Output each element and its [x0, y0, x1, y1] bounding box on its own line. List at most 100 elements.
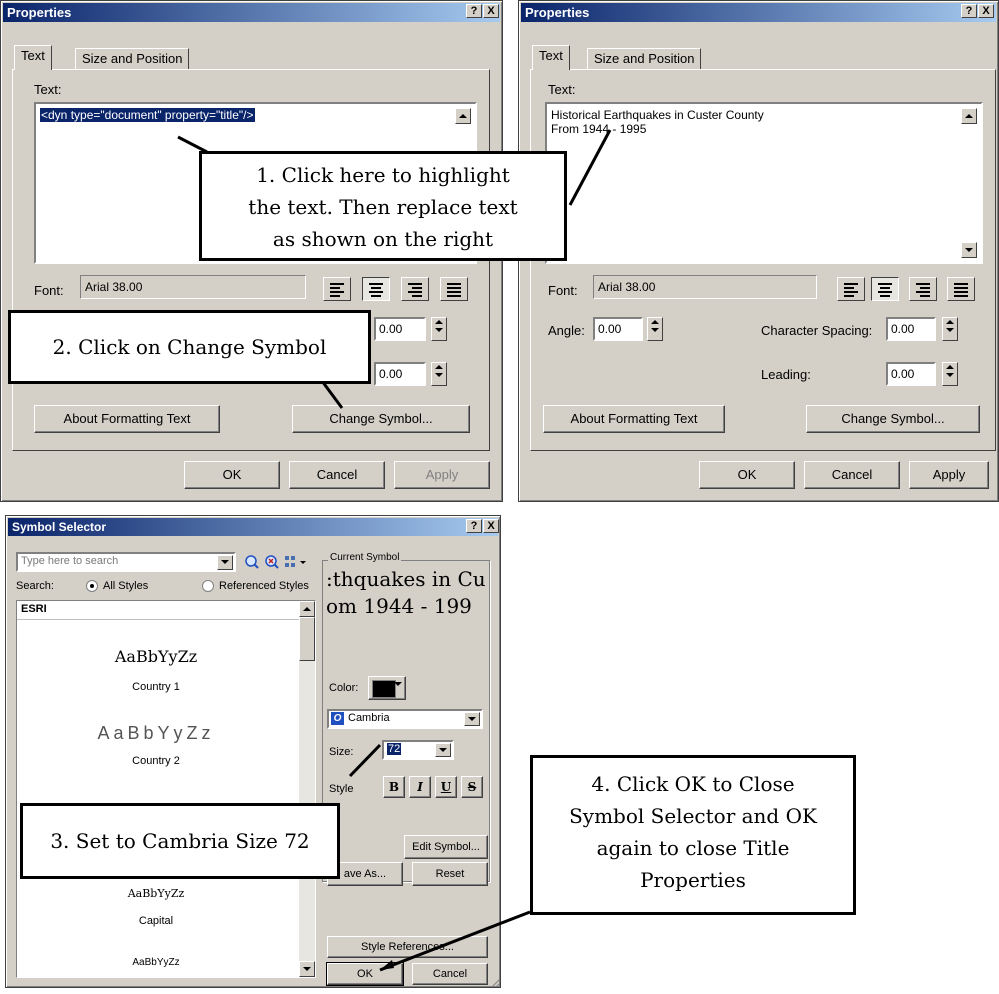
align-center-button[interactable]: [871, 277, 899, 301]
change-symbol-button[interactable]: Change Symbol...: [292, 405, 470, 433]
close-button[interactable]: X: [483, 519, 499, 533]
cancel-button[interactable]: Cancel: [289, 461, 385, 489]
color-swatch: [372, 680, 396, 698]
about-formatting-button[interactable]: About Formatting Text: [34, 405, 220, 433]
size-dropdown-arrow[interactable]: [435, 743, 451, 757]
style-references-button[interactable]: Style References...: [327, 936, 488, 958]
edit-symbol-button[interactable]: Edit Symbol...: [404, 835, 488, 859]
spinner-2[interactable]: [431, 362, 447, 386]
apply-button[interactable]: Apply: [909, 461, 989, 489]
bold-button[interactable]: B: [383, 776, 405, 798]
angle-label: Angle:: [548, 323, 585, 338]
scroll-up-arrow[interactable]: [299, 601, 315, 617]
text-label: Text:: [34, 82, 62, 97]
ok-button[interactable]: OK: [326, 962, 404, 986]
scroll-down-arrow[interactable]: [299, 961, 315, 977]
spin-field-1[interactable]: 0.00: [374, 317, 426, 341]
font-dropdown-arrow[interactable]: [464, 712, 480, 726]
cancel-button[interactable]: Cancel: [804, 461, 900, 489]
align-left-button[interactable]: [837, 277, 865, 301]
cancel-button[interactable]: Cancel: [412, 963, 488, 985]
text-value-selected: <dyn type="document" property="title"/>: [40, 108, 255, 122]
symbol-name-country-2: Country 2: [132, 755, 180, 767]
all-styles-label: All Styles: [103, 580, 149, 592]
symbol-list-scrollbar[interactable]: [299, 601, 315, 977]
symbol-sample-country-1: AaBbYyZz: [114, 647, 198, 666]
font-label: Font:: [548, 283, 578, 298]
referenced-styles-label: Referenced Styles: [219, 580, 309, 592]
scroll-up-arrow[interactable]: [961, 108, 977, 124]
clear-search-icon[interactable]: [264, 554, 280, 570]
text-area[interactable]: Historical Earthquakes in Custer County …: [545, 102, 983, 264]
search-dropdown-arrow[interactable]: [217, 555, 233, 570]
symbol-name-country-1: Country 1: [132, 681, 180, 693]
italic-button[interactable]: I: [409, 776, 431, 798]
search-label: Search:: [16, 580, 54, 592]
current-symbol-label: Current Symbol: [328, 552, 402, 563]
help-button[interactable]: ?: [466, 519, 482, 533]
ok-button[interactable]: OK: [184, 461, 280, 489]
symbol-sample-capital: AaBbYyZz: [127, 887, 185, 900]
about-formatting-button[interactable]: About Formatting Text: [543, 405, 725, 433]
symbol-list[interactable]: ESRI AaBbYyZz Country 1 AaBbYyZz Country…: [16, 600, 316, 978]
spinner-1[interactable]: [431, 317, 447, 341]
help-button[interactable]: ?: [466, 4, 482, 18]
text-label: Text:: [548, 82, 576, 97]
align-center-button[interactable]: [362, 277, 390, 301]
close-button[interactable]: X: [483, 4, 499, 18]
align-justify-button[interactable]: [440, 277, 468, 301]
scroll-up-arrow[interactable]: [455, 108, 471, 124]
char-spacing-spinner[interactable]: [942, 317, 958, 341]
properties-dialog-right: Properties ? X Text Size and Position Te…: [518, 0, 999, 502]
align-right-button[interactable]: [909, 277, 937, 301]
change-symbol-button[interactable]: Change Symbol...: [806, 405, 980, 433]
group-header-esri: ESRI: [17, 601, 299, 620]
apply-button[interactable]: Apply: [394, 461, 490, 489]
symbol-name-capital: Capital: [138, 915, 174, 927]
callout-step-3: 3. Set to Cambria Size 72: [20, 803, 340, 879]
referenced-styles-radio[interactable]: [202, 580, 214, 592]
tab-size-position[interactable]: Size and Position: [587, 48, 702, 70]
underline-button[interactable]: U: [435, 776, 457, 798]
char-spacing-field[interactable]: 0.00: [886, 317, 936, 341]
color-picker-button[interactable]: [368, 676, 406, 700]
help-button[interactable]: ?: [961, 4, 977, 18]
symbol-sample-country-2: AaBbYyZz: [97, 723, 215, 743]
leading-spinner[interactable]: [942, 362, 958, 386]
size-label: Size:: [329, 746, 354, 758]
style-label: Style: [329, 783, 354, 795]
tab-size-position[interactable]: Size and Position: [75, 48, 190, 70]
dialog-title: Symbol Selector: [8, 518, 498, 536]
reset-button[interactable]: Reset: [412, 862, 488, 886]
tab-text[interactable]: Text: [14, 45, 52, 70]
angle-field[interactable]: 0.00: [593, 317, 643, 341]
scroll-thumb[interactable]: [299, 617, 315, 661]
size-select[interactable]: 72: [382, 740, 454, 760]
font-type-icon: O: [331, 712, 344, 725]
font-label: Font:: [34, 283, 64, 298]
symbol-sample-4: AaBbYyZz: [132, 957, 180, 968]
align-right-button[interactable]: [401, 277, 429, 301]
symbol-preview: :thquakes in Cu om 1944 - 199: [326, 567, 486, 618]
close-button[interactable]: X: [978, 4, 994, 18]
align-justify-button[interactable]: [947, 277, 975, 301]
resize-grip-icon[interactable]: [490, 976, 501, 988]
search-input[interactable]: Type here to search: [16, 552, 236, 572]
leading-field[interactable]: 0.00: [886, 362, 936, 386]
scroll-down-arrow[interactable]: [961, 242, 977, 258]
angle-spinner[interactable]: [647, 317, 663, 341]
font-field: Arial 38.00: [80, 275, 306, 299]
spin-field-2[interactable]: 0.00: [374, 362, 426, 386]
align-left-button[interactable]: [323, 277, 351, 301]
color-label: Color:: [329, 682, 359, 694]
search-icon[interactable]: [244, 554, 260, 570]
leading-label: Leading:: [761, 367, 811, 382]
tab-text[interactable]: Text: [532, 45, 570, 70]
view-options-icon[interactable]: [284, 554, 308, 570]
ok-button[interactable]: OK: [699, 461, 795, 489]
all-styles-radio[interactable]: [86, 580, 98, 592]
strikethrough-button[interactable]: S: [461, 776, 483, 798]
text-line-2: From 1944 - 1995: [551, 122, 647, 136]
font-select[interactable]: O Cambria: [327, 709, 483, 729]
char-spacing-label: Character Spacing:: [761, 323, 873, 338]
